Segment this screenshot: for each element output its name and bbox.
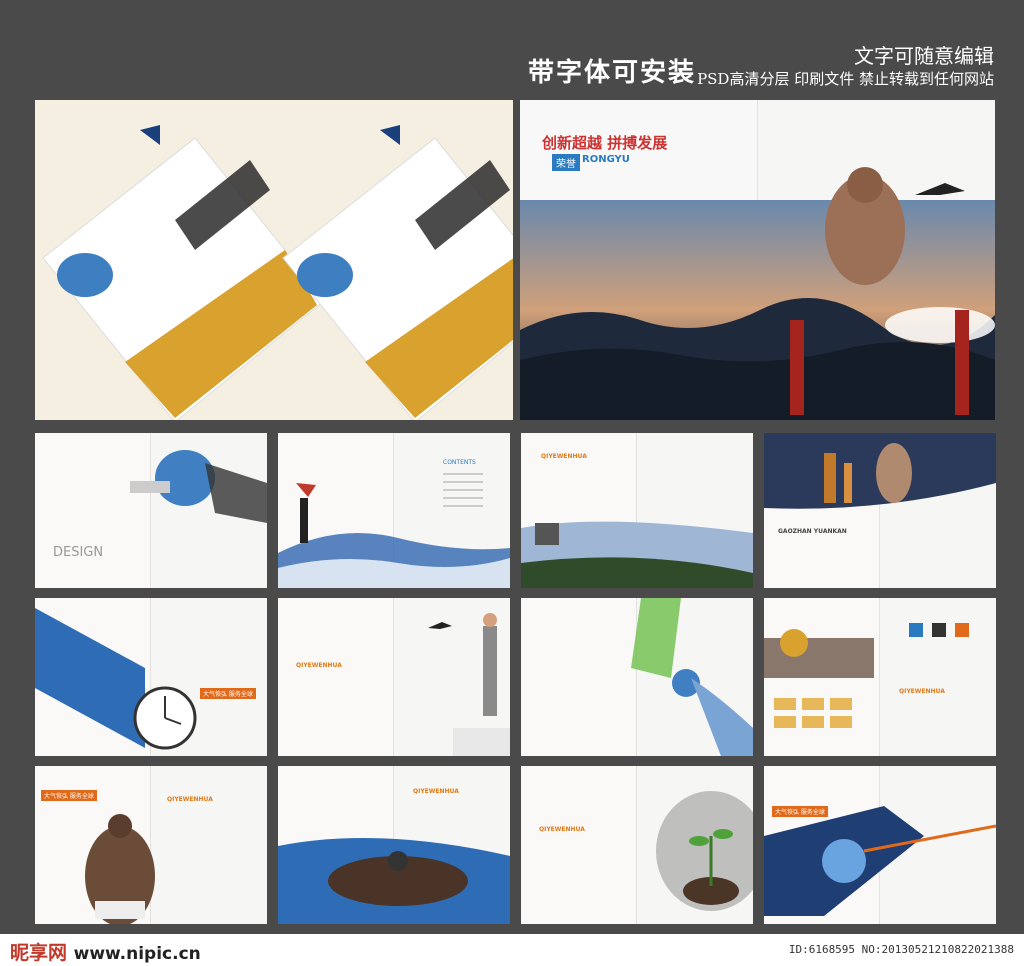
- spread-medal-label: QIYEWENHUA: [899, 688, 945, 695]
- spread-medal: QIYEWENHUA: [764, 598, 996, 756]
- cover-mockup-panel: [35, 100, 513, 420]
- hero-brand-label: 荣誉: [552, 154, 580, 171]
- spread-businessman-label: QIYEWENHUA: [296, 662, 342, 669]
- spread-clock-tag: 大气恢弘 服务全球: [200, 688, 256, 699]
- spread-design-art: [130, 450, 267, 523]
- header-line-1: 文字可随意编辑: [854, 44, 994, 68]
- spread-qiye-1: QIYEWENHUA: [521, 433, 753, 588]
- spread-design: DESIGN: [35, 433, 267, 588]
- cover-mockup-art: [42, 125, 513, 420]
- header-slogan-left: 带字体可安装: [528, 58, 697, 88]
- spread-rocket-globe-art: [764, 806, 996, 916]
- spread-rocket-tag: 大气恢弘 服务全球: [772, 806, 828, 817]
- spread-clock: 大气恢弘 服务全球: [35, 598, 267, 756]
- spread-rocket-globe: 大气恢弘 服务全球: [764, 766, 996, 924]
- spread-businessman: QIYEWENHUA: [278, 598, 510, 756]
- spread-athlete: 大气恢弘 服务全球 QIYEWENHUA: [35, 766, 267, 924]
- hero-slogan: 创新超越 拼搏发展: [542, 134, 668, 152]
- spread-gaoshan: GAOZHAN YUANKAN: [764, 433, 996, 588]
- spread-gaoshan-label: GAOZHAN YUANKAN: [778, 528, 847, 535]
- spread-sprout-label: QIYEWENHUA: [539, 826, 585, 833]
- footer-logo: 昵享网 www.nipic.cn: [10, 942, 201, 964]
- spread-contents-label: CONTENTS: [443, 459, 476, 466]
- spread-contents-art: [278, 483, 510, 588]
- spread-design-label: DESIGN: [53, 545, 104, 560]
- spread-globe-hand: [521, 598, 753, 756]
- spread-sprout-art: [656, 791, 753, 911]
- spread-qiye-1-label: QIYEWENHUA: [541, 453, 587, 460]
- hero-spread-panel: 创新超越 拼搏发展 荣誉 RONGYU: [520, 100, 995, 420]
- footer-bar: 昵享网 www.nipic.cn ID:6168595 NO:201305212…: [0, 934, 1024, 966]
- spread-swimmer: QIYEWENHUA: [278, 766, 510, 924]
- spread-athlete-label: QIYEWENHUA: [167, 796, 213, 803]
- footer-id: ID:6168595 NO:20130521210822021388: [788, 943, 1014, 956]
- spread-swimmer-art: [278, 838, 510, 924]
- footer-url[interactable]: www.nipic.cn: [74, 944, 201, 964]
- spread-swimmer-label: QIYEWENHUA: [413, 788, 459, 795]
- spread-clock-art: [35, 608, 197, 750]
- spread-sprout: QIYEWENHUA: [521, 766, 753, 924]
- header-line-2: PSD高清分层 印刷文件 禁止转载到任何网站: [697, 70, 994, 88]
- spread-contents: CONTENTS: [278, 433, 510, 588]
- spread-globe-hand-art: [631, 598, 753, 756]
- hero-brand: RONGYU: [582, 154, 630, 165]
- spread-athlete-tag: 大气恢弘 服务全球: [41, 790, 97, 801]
- spread-businessman-art: [428, 613, 510, 756]
- spread-gaoshan-art: [764, 433, 996, 509]
- spread-medal-art: [764, 623, 969, 728]
